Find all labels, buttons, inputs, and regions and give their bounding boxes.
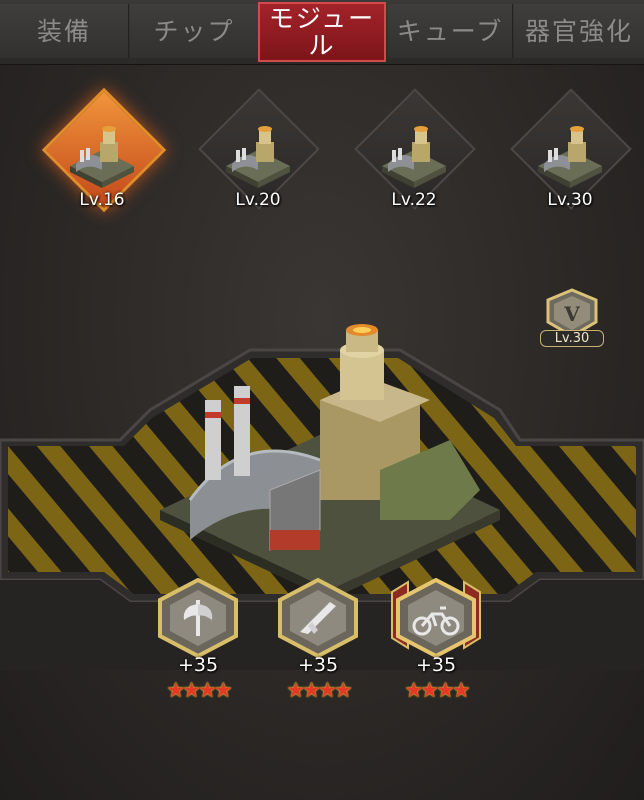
rifle-icon <box>300 602 336 634</box>
axe-icon <box>183 600 213 636</box>
tab-label: キューブ <box>396 16 504 46</box>
tab-organ-upgrade[interactable]: 器官強化 <box>514 4 644 58</box>
tab-label: モジュー ル <box>268 4 376 60</box>
module-level: Lv.30 <box>547 190 593 210</box>
tab-cube[interactable]: キューブ <box>388 4 513 58</box>
tab-label: 装備 <box>36 16 91 46</box>
tab-label: チップ <box>153 16 235 46</box>
skill-bonus: +35 <box>297 654 339 676</box>
tab-chip[interactable]: チップ <box>130 4 259 58</box>
skill-bonus: +35 <box>415 654 457 676</box>
module-slot-2[interactable]: Lv.20 <box>188 88 328 226</box>
module-slot-4[interactable]: Lv.30 <box>500 88 640 226</box>
tab-bar: 装備 チップ モジュー ル キューブ 器官強化 <box>0 0 644 65</box>
module-level: Lv.20 <box>235 190 281 210</box>
skill-badge-2[interactable]: +35 ★★★★ <box>270 577 366 702</box>
tab-label: 器官強化 <box>524 16 633 46</box>
module-slot-3[interactable]: Lv.22 <box>344 88 484 226</box>
rank-numeral: V <box>563 302 580 326</box>
star-rating: ★★★★ <box>286 678 352 702</box>
tab-equipment[interactable]: 装備 <box>0 4 129 58</box>
star-rating: ★★★★ <box>404 678 470 702</box>
factory-thumbnail-icon <box>538 126 602 188</box>
tab-module[interactable]: モジュー ル <box>258 2 386 62</box>
factory-illustration <box>160 324 500 600</box>
motorcycle-icon <box>412 606 460 636</box>
skill-bonus: +35 <box>177 654 219 676</box>
factory-thumbnail-icon <box>382 126 446 188</box>
module-level: Lv.16 <box>79 190 125 210</box>
module-level: Lv.22 <box>391 190 437 210</box>
factory-thumbnail-icon <box>70 126 134 188</box>
skill-badge-3[interactable]: +35 ★★★★ <box>388 577 484 702</box>
module-slot-1[interactable]: Lv.16 <box>32 87 172 226</box>
star-rating: ★★★★ <box>166 678 232 702</box>
factory-thumbnail-icon <box>226 126 290 188</box>
skill-badge-1[interactable]: +35 ★★★★ <box>150 577 246 702</box>
